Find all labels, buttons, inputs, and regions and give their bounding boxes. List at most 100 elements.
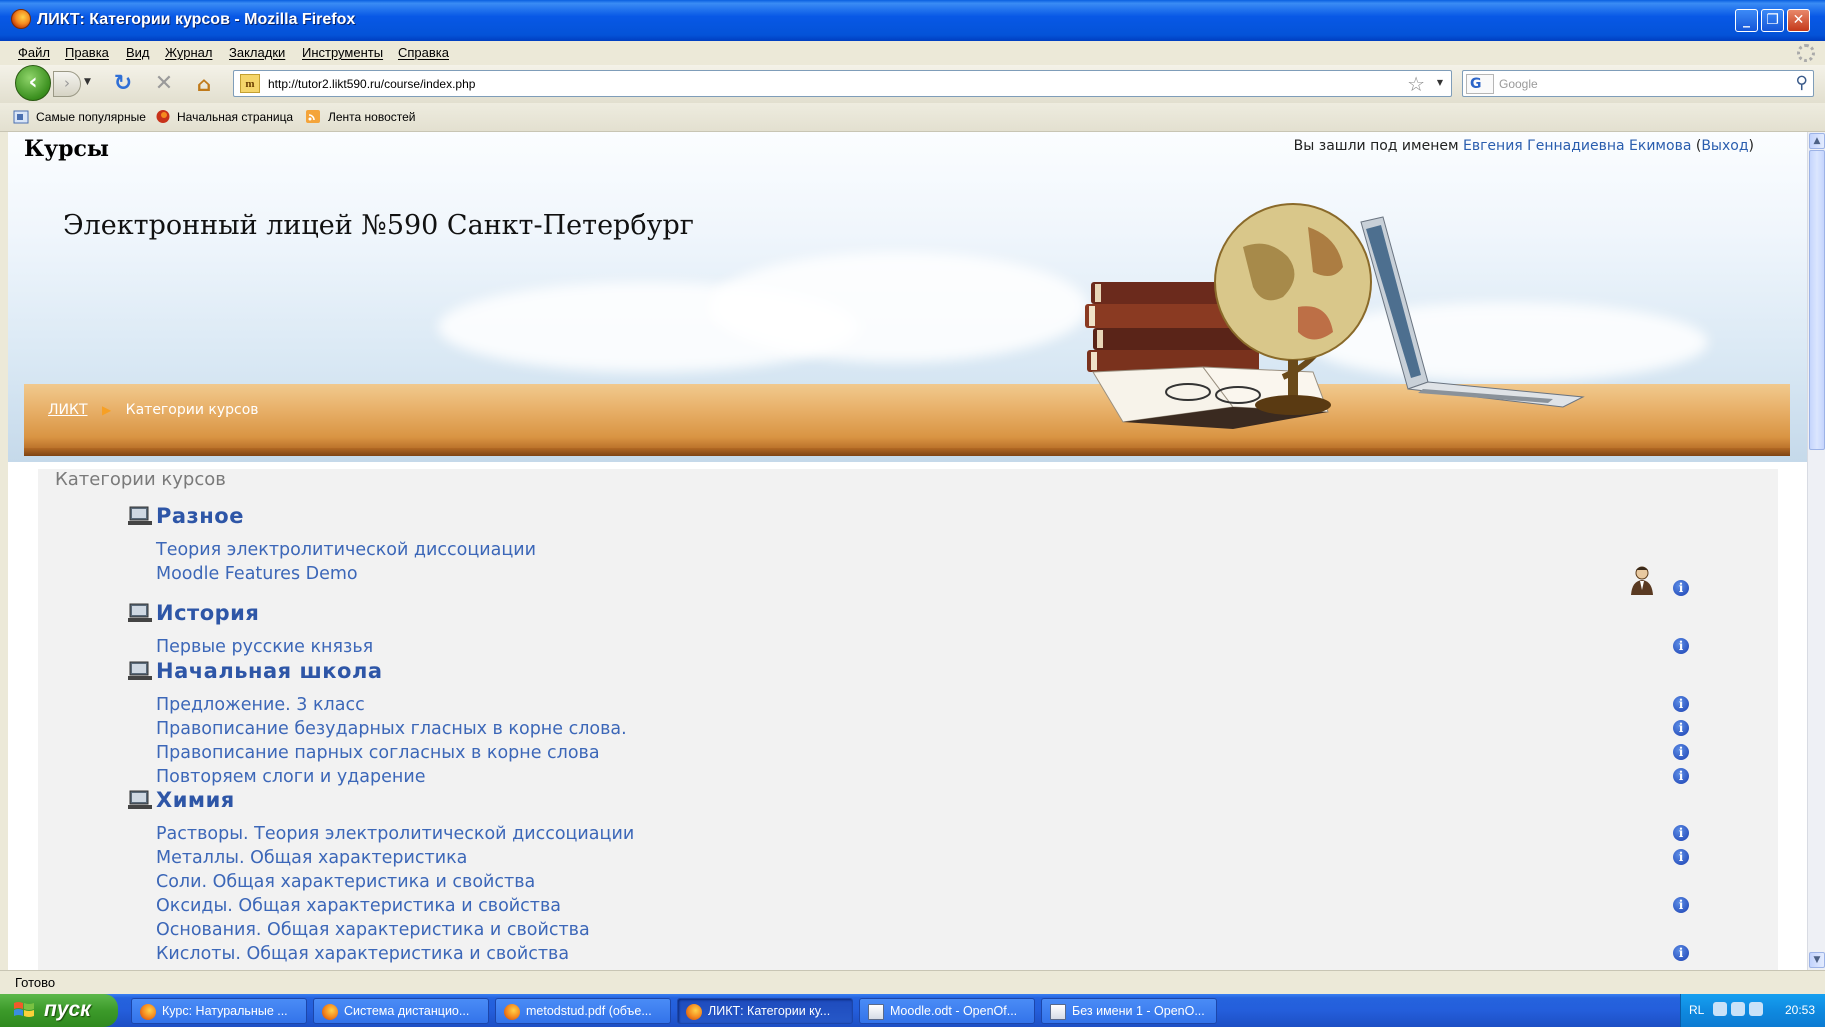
category-link[interactable]: Разное <box>156 504 244 528</box>
logout-link[interactable]: Выход <box>1701 138 1748 154</box>
menu-tools[interactable]: Инструменты <box>302 45 383 60</box>
menu-view[interactable]: Вид <box>126 45 150 60</box>
volume-icon[interactable] <box>1749 1002 1763 1016</box>
firefox-icon <box>322 1004 338 1020</box>
category-link[interactable]: Начальная школа <box>156 659 383 683</box>
window-title: ЛИКТ: Категории курсов - Mozilla Firefox <box>37 11 356 28</box>
site-favicon-icon: m <box>240 74 260 93</box>
back-button[interactable]: ‹ <box>15 65 51 101</box>
category-link[interactable]: Химия <box>156 788 235 812</box>
vertical-scrollbar[interactable]: ▲ ▼ <box>1807 132 1825 970</box>
teacher-icon[interactable] <box>1628 564 1656 596</box>
stop-icon[interactable]: ✕ <box>150 70 178 98</box>
info-icon[interactable]: i <box>1673 897 1689 913</box>
forward-button[interactable]: › <box>53 71 81 97</box>
login-prefix: Вы зашли под именем <box>1293 138 1459 154</box>
user-profile-link[interactable]: Евгения Геннадиевна Екимова <box>1463 138 1691 154</box>
minimize-button[interactable]: _ <box>1735 9 1758 32</box>
start-button[interactable]: пуск <box>0 994 118 1027</box>
info-icon[interactable]: i <box>1673 825 1689 841</box>
course-link[interactable]: Правописание парных согласных в корне сл… <box>156 743 600 763</box>
course-link[interactable]: Оксиды. Общая характеристика и свойства <box>156 896 561 916</box>
info-icon[interactable]: i <box>1673 768 1689 784</box>
home-icon[interactable]: ⌂ <box>190 70 218 98</box>
site-title: Электронный лицей №590 Санкт-Петербург <box>63 210 694 241</box>
windows-logo-icon <box>14 1002 34 1017</box>
firefox-icon <box>11 9 31 29</box>
info-icon[interactable]: i <box>1673 580 1689 596</box>
category-monitor-icon <box>128 790 152 809</box>
course-link[interactable]: Растворы. Теория электролитической диссо… <box>156 824 634 844</box>
course-link[interactable]: Правописание безударных гласных в корне … <box>156 719 627 739</box>
course-link[interactable]: Теория электролитической диссоциации <box>156 540 536 560</box>
scroll-down-icon[interactable]: ▼ <box>1809 952 1825 968</box>
info-icon[interactable]: i <box>1673 849 1689 865</box>
menu-bar: Файл Правка Вид Журнал Закладки Инструме… <box>0 41 1825 65</box>
search-icon[interactable]: ⚲ <box>1796 73 1808 93</box>
login-info: Вы зашли под именем Евгения Геннадиевна … <box>1293 138 1754 154</box>
window-titlebar: ЛИКТ: Категории курсов - Mozilla Firefox… <box>0 0 1825 41</box>
rss-feed-icon <box>306 110 320 123</box>
taskbar-item[interactable]: Курс: Натуральные ... <box>131 998 307 1024</box>
course-link[interactable]: Кислоты. Общая характеристика и свойства <box>156 944 569 964</box>
category-monitor-icon <box>128 661 152 680</box>
info-icon[interactable]: i <box>1673 744 1689 760</box>
course-link[interactable]: Металлы. Общая характеристика <box>156 848 467 868</box>
menu-file[interactable]: Файл <box>18 45 50 60</box>
close-button[interactable]: ✕ <box>1787 9 1810 32</box>
course-link[interactable]: Соли. Общая характеристика и свойства <box>156 872 535 892</box>
page-title: Курсы <box>24 136 109 162</box>
document-icon <box>1050 1004 1066 1020</box>
menu-history[interactable]: Журнал <box>165 45 212 60</box>
url-bar[interactable]: m http://tutor2.likt590.ru/course/index.… <box>233 70 1452 97</box>
info-icon[interactable]: i <box>1673 638 1689 654</box>
page-content: Курсы Вы зашли под именем Евгения Геннад… <box>8 132 1807 970</box>
course-link[interactable]: Первые русские князья <box>156 637 373 657</box>
firefox-start-icon <box>156 110 170 123</box>
course-link[interactable]: Moodle Features Demo <box>156 564 358 584</box>
course-link[interactable]: Повторяем слоги и ударение <box>156 767 425 787</box>
taskbar-item-active[interactable]: ЛИКТ: Категории ку... <box>677 998 853 1024</box>
menu-help[interactable]: Справка <box>398 45 449 60</box>
bookmarks-bar: Самые популярные Начальная страница Лент… <box>0 103 1825 132</box>
search-engine-icon[interactable]: G <box>1466 74 1494 94</box>
url-dropdown-icon[interactable]: ▼ <box>1437 78 1443 87</box>
breadcrumb-current: Категории курсов <box>125 402 259 418</box>
bookmark-news-feed[interactable]: Лента новостей <box>328 110 416 124</box>
menu-bookmarks[interactable]: Закладки <box>229 45 285 60</box>
scroll-up-icon[interactable]: ▲ <box>1809 133 1825 149</box>
clock[interactable]: 20:53 <box>1785 1003 1815 1017</box>
info-icon[interactable]: i <box>1673 720 1689 736</box>
category-link[interactable]: История <box>156 601 259 625</box>
network-icon[interactable] <box>1731 1002 1745 1016</box>
search-bar[interactable]: G Google ⚲ <box>1462 70 1814 97</box>
course-link[interactable]: Основания. Общая характеристика и свойст… <box>156 920 590 940</box>
navigation-toolbar: ‹ › ▼ ↻ ✕ ⌂ m http://tutor2.likt590.ru/c… <box>0 65 1825 103</box>
info-icon[interactable]: i <box>1673 696 1689 712</box>
url-text: http://tutor2.likt590.ru/course/index.ph… <box>268 77 476 91</box>
info-icon[interactable]: i <box>1673 945 1689 961</box>
categories-heading: Категории курсов <box>55 469 226 490</box>
taskbar-item[interactable]: Moodle.odt - OpenOf... <box>859 998 1035 1024</box>
category-monitor-icon <box>128 506 152 525</box>
firefox-icon <box>504 1004 520 1020</box>
menu-edit[interactable]: Правка <box>65 45 109 60</box>
restore-button[interactable]: ❐ <box>1761 9 1784 32</box>
history-dropdown-icon[interactable]: ▼ <box>84 77 91 87</box>
bookmark-most-visited[interactable]: Самые популярные <box>36 110 146 124</box>
reload-icon[interactable]: ↻ <box>109 70 137 98</box>
taskbar-item[interactable]: Без имени 1 - OpenO... <box>1041 998 1217 1024</box>
document-icon <box>868 1004 884 1020</box>
taskbar-item[interactable]: Система дистанцио... <box>313 998 489 1024</box>
tray-arrow-icon[interactable] <box>1713 1002 1727 1016</box>
language-indicator[interactable]: RL <box>1689 1003 1704 1017</box>
scroll-thumb[interactable] <box>1809 150 1825 450</box>
taskbar-item[interactable]: metodstud.pdf (объе... <box>495 998 671 1024</box>
search-placeholder: Google <box>1499 77 1538 91</box>
course-link[interactable]: Предложение. 3 класс <box>156 695 365 715</box>
breadcrumb-home-link[interactable]: ЛИКТ <box>48 402 88 418</box>
breadcrumb-separator-icon: ▶ <box>101 403 112 417</box>
bookmark-star-icon[interactable]: ☆ <box>1407 72 1425 96</box>
bookmark-start-page[interactable]: Начальная страница <box>177 110 293 124</box>
status-text: Готово <box>15 975 56 990</box>
